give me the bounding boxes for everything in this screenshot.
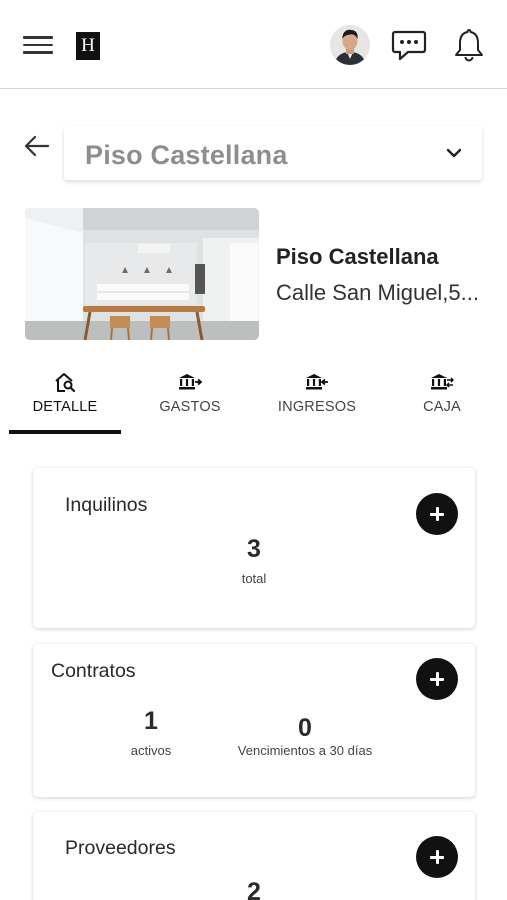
property-photo <box>25 208 259 340</box>
tab-gastos-label: GASTOS <box>159 399 221 415</box>
add-contrato-button[interactable] <box>416 658 458 700</box>
contratos-card[interactable]: Contratos 1 activos 0 Vencimientos a 30 … <box>33 644 475 797</box>
user-avatar[interactable] <box>330 25 370 65</box>
contratos-activos-count: 1 <box>144 707 158 735</box>
inquilinos-count: 3 <box>247 535 261 563</box>
bank-exchange-icon <box>430 371 455 393</box>
property-name: Piso Castellana <box>276 244 439 269</box>
add-proveedor-button[interactable] <box>416 836 458 878</box>
inquilinos-title: Inquilinos <box>65 494 148 516</box>
tab-caja[interactable]: CAJA <box>397 365 487 435</box>
bank-arrow-in-icon <box>305 371 329 393</box>
property-dropdown-value: Piso Castellana <box>85 140 288 170</box>
section-tabs: DETALLE GASTOS INGRESOS CAJA <box>0 365 507 435</box>
tab-ingresos[interactable]: INGRESOS <box>262 365 372 435</box>
tab-detalle[interactable]: DETALLE <box>9 365 121 435</box>
contratos-title: Contratos <box>51 660 136 682</box>
proveedores-card[interactable]: Proveedores 2 <box>33 812 475 900</box>
bell-icon[interactable] <box>450 26 488 64</box>
property-summary: Piso Castellana Calle San Miguel,5... <box>25 208 505 340</box>
app-logo[interactable]: H <box>76 32 100 60</box>
hamburger-menu-icon[interactable] <box>23 35 53 55</box>
chat-bubble-icon[interactable] <box>390 26 428 64</box>
back-arrow-icon[interactable] <box>22 132 52 160</box>
property-dropdown[interactable]: Piso Castellana <box>64 126 482 180</box>
house-search-icon <box>53 371 77 393</box>
tab-detalle-label: DETALLE <box>32 399 98 415</box>
property-address: Calle San Miguel,5... <box>276 280 479 305</box>
add-inquilino-button[interactable] <box>416 493 458 535</box>
contratos-activos-label: activos <box>130 743 172 758</box>
proveedores-count: 2 <box>247 878 261 900</box>
property-selector-row: Piso Castellana <box>0 118 507 188</box>
active-tab-indicator <box>9 430 121 434</box>
contratos-vencimientos-label: Vencimientos a 30 días <box>237 743 373 758</box>
bank-arrow-out-icon <box>178 371 203 393</box>
tab-caja-label: CAJA <box>423 399 461 415</box>
top-app-bar: H <box>0 0 507 89</box>
proveedores-title: Proveedores <box>65 837 176 859</box>
tab-gastos[interactable]: GASTOS <box>140 365 240 435</box>
inquilinos-card[interactable]: Inquilinos 3 total <box>33 468 475 628</box>
contratos-vencimientos-count: 0 <box>298 714 312 742</box>
inquilinos-count-label: total <box>241 571 267 586</box>
chevron-down-icon <box>446 146 462 160</box>
tab-ingresos-label: INGRESOS <box>277 399 357 415</box>
